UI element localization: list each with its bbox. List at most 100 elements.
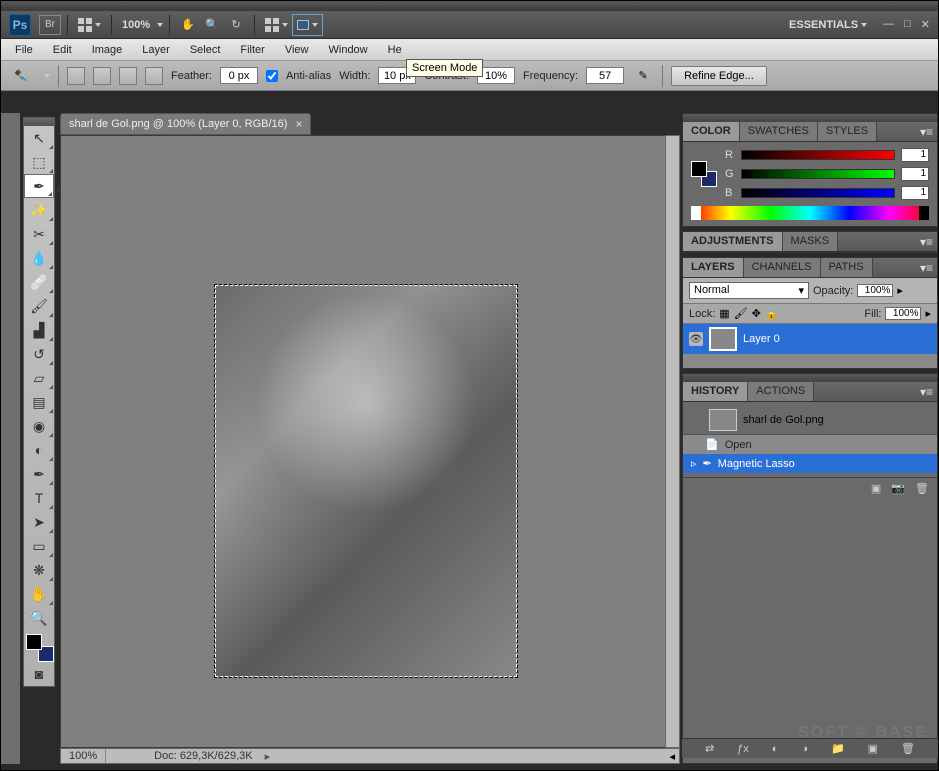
zoom-tool-icon-tb[interactable]: 🔍 [24,606,54,630]
history-snapshot-row[interactable]: sharl de Gol.png [683,406,937,435]
photoshop-logo-icon[interactable]: Ps [9,14,31,36]
pen-tool-icon[interactable]: ✒ [24,462,54,486]
status-doc-size[interactable]: Doc: 629,3K/629,3K [146,749,260,763]
blur-tool-icon[interactable]: ◉ [24,414,54,438]
titlebar[interactable] [1,1,938,11]
zoom-level[interactable]: 100% [122,19,150,31]
lock-pixels-icon[interactable]: 🖌 [734,307,748,320]
arrange-documents-button[interactable] [74,14,105,36]
tab-history[interactable]: HISTORY [683,382,748,401]
canvas[interactable] [60,135,680,748]
layer-row[interactable]: 👁 Layer 0 [683,324,937,354]
blend-mode-select[interactable]: Normal▾ [689,282,809,299]
pen-pressure-icon[interactable]: ✎ [632,67,654,85]
maximize-icon[interactable]: □ [904,18,911,31]
hand-tool-icon-tb[interactable]: ✋ [24,582,54,606]
delete-state-icon[interactable]: 🗑 [915,482,929,495]
crop-tool-icon[interactable]: ✂ [24,222,54,246]
hscroll-left-icon[interactable]: ◂ [665,750,679,763]
adjustment-layer-icon[interactable]: ◑ [801,743,808,755]
zoom-tool-icon[interactable]: 🔍 [200,14,224,36]
b-value[interactable]: 1 [901,186,929,200]
add-selection-icon[interactable] [93,67,111,85]
menu-filter[interactable]: Filter [232,42,272,58]
create-snapshot-icon[interactable]: 📷 [891,482,905,495]
history-step[interactable]: ▹ ✒ Magnetic Lasso [683,454,937,473]
color-swatches[interactable] [26,634,54,662]
healing-brush-tool-icon[interactable]: 🩹 [24,270,54,294]
layer-thumbnail[interactable] [709,327,737,351]
rotate-view-icon[interactable]: ↻ [224,14,248,36]
tab-adjustments[interactable]: ADJUSTMENTS [683,232,783,251]
status-zoom[interactable]: 100% [61,749,106,763]
panel-menu-icon[interactable]: ▾≡ [920,385,933,399]
opacity-flyout-icon[interactable]: ▸ [897,284,903,297]
r-slider[interactable] [741,150,895,160]
menu-view[interactable]: View [277,42,317,58]
layer-mask-icon[interactable]: ◐ [772,743,779,755]
tab-paths[interactable]: PATHS [821,258,873,277]
hand-tool-icon[interactable]: ✋ [176,14,200,36]
menu-edit[interactable]: Edit [45,42,80,58]
history-step[interactable]: 📄 Open [683,435,937,454]
dodge-tool-icon[interactable]: ◐ [24,438,54,462]
r-value[interactable]: 1 [901,148,929,162]
create-document-icon[interactable]: ▣ [871,482,881,495]
color-ramp[interactable] [691,206,929,220]
b-slider[interactable] [741,188,895,198]
menu-file[interactable]: File [7,42,41,58]
status-flyout-icon[interactable]: ▸ [265,750,271,763]
opacity-input[interactable]: 100% [857,284,893,297]
marquee-tool-icon[interactable]: ⬚ [24,150,54,174]
delete-layer-icon[interactable]: 🗑 [901,742,915,755]
quick-selection-tool-icon[interactable]: ✨ [24,198,54,222]
workspace-switcher[interactable]: ESSENTIALS [789,19,867,31]
layer-name[interactable]: Layer 0 [743,333,780,345]
g-slider[interactable] [741,169,895,179]
left-dock-rail[interactable] [1,113,21,764]
subtract-selection-icon[interactable] [119,67,137,85]
menu-window[interactable]: Window [321,42,376,58]
close-icon[interactable]: ✕ [921,18,930,31]
move-tool-icon[interactable]: ↖ [24,126,54,150]
quick-mask-icon[interactable]: ◙ [24,662,54,686]
feather-input[interactable] [220,67,258,84]
document-tab[interactable]: sharl de Gol.png @ 100% (Layer 0, RGB/16… [60,113,311,135]
g-value[interactable]: 1 [901,167,929,181]
vertical-scrollbar[interactable] [665,135,680,748]
menu-layer[interactable]: Layer [134,42,178,58]
frequency-input[interactable] [586,67,624,84]
intersect-selection-icon[interactable] [145,67,163,85]
toolbox-grip[interactable] [24,118,54,126]
tab-masks[interactable]: MASKS [783,232,839,251]
magnetic-lasso-tool-icon[interactable]: ✒ [24,174,54,198]
refine-edge-button[interactable]: Refine Edge... [671,66,767,86]
panel-menu-icon[interactable]: ▾≡ [920,261,933,275]
fill-flyout-icon[interactable]: ▸ [925,307,931,320]
tab-actions[interactable]: ACTIONS [748,382,814,401]
history-source-icon[interactable]: ▹ [691,457,697,470]
3d-tool-icon[interactable]: ❋ [24,558,54,582]
minimize-icon[interactable]: — [883,18,894,31]
menu-help[interactable]: He [380,42,410,58]
tab-styles[interactable]: STYLES [818,122,877,141]
tab-swatches[interactable]: SWATCHES [740,122,818,141]
lock-position-icon[interactable]: ✥ [752,307,761,320]
eraser-tool-icon[interactable]: ▱ [24,366,54,390]
lock-transparent-icon[interactable]: ▦ [719,307,729,320]
clone-stamp-tool-icon[interactable]: ▟ [24,318,54,342]
shape-tool-icon[interactable]: ▭ [24,534,54,558]
bridge-icon[interactable]: Br [39,15,61,35]
history-brush-tool-icon[interactable]: ↺ [24,342,54,366]
screen-mode-button[interactable] [292,14,323,36]
layer-style-icon[interactable]: ƒx [737,743,749,755]
antialias-checkbox[interactable] [266,70,278,82]
path-selection-tool-icon[interactable]: ➤ [24,510,54,534]
tab-layers[interactable]: LAYERS [683,258,744,277]
panel-menu-icon[interactable]: ▾≡ [920,235,933,249]
group-icon[interactable]: 📁 [831,742,845,755]
menu-image[interactable]: Image [84,42,131,58]
foreground-color-swatch[interactable] [26,634,42,650]
panel-grip[interactable] [683,114,937,122]
menu-select[interactable]: Select [182,42,229,58]
